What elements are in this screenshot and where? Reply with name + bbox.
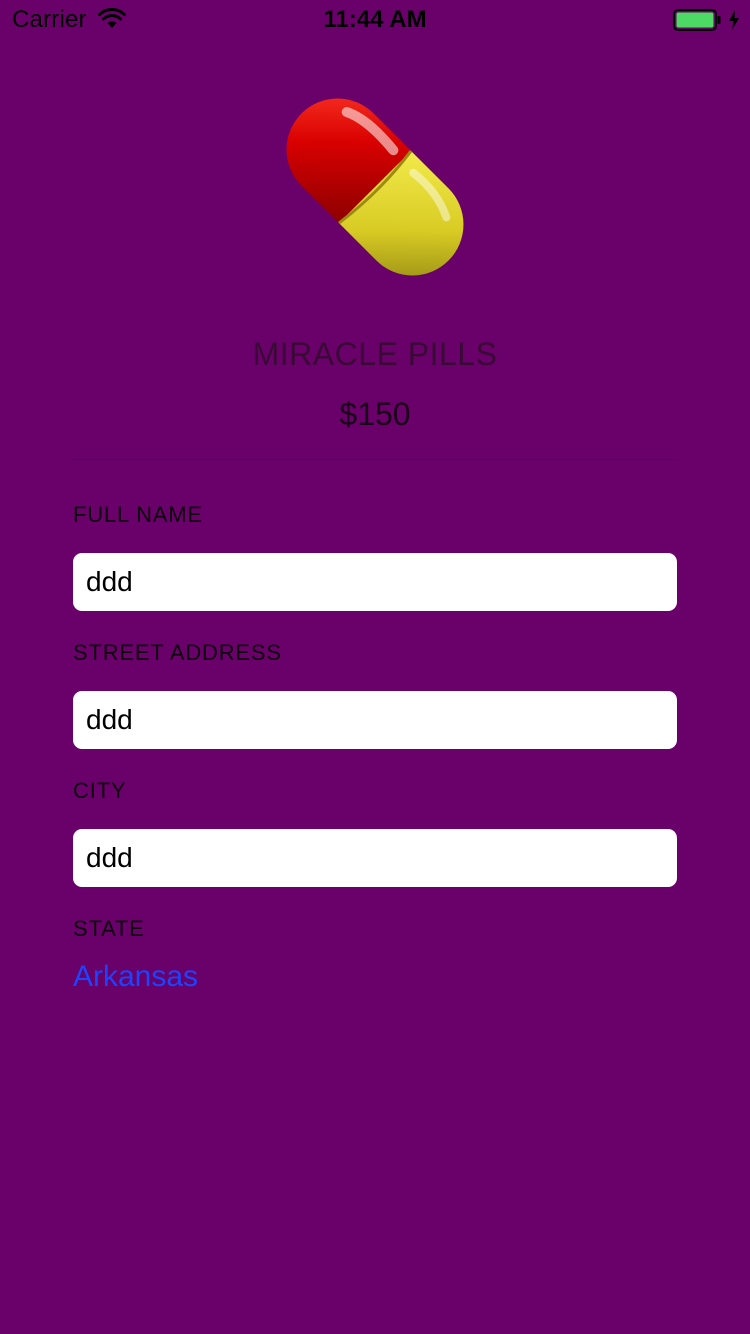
clock-time: 11:44 AM: [323, 6, 427, 33]
product-name: MIRACLE PILLS: [252, 336, 498, 372]
state-picker[interactable]: Arkansas: [73, 960, 198, 994]
street-address-label: STREET ADDRESS: [73, 640, 282, 665]
state-label: STATE: [73, 916, 145, 941]
status-bar: Carrier 11:44 AM: [0, 0, 750, 40]
street-address-field[interactable]: ddd: [73, 691, 677, 749]
full-name-label: FULL NAME: [73, 502, 203, 527]
full-name-field[interactable]: ddd: [73, 553, 677, 611]
city-label: CITY: [73, 778, 127, 803]
product-price: $150: [339, 396, 411, 432]
charging-bolt-icon: [729, 10, 739, 30]
divider: [72, 459, 678, 460]
battery-icon: [673, 9, 721, 31]
city-field[interactable]: ddd: [73, 829, 677, 887]
pill-icon: [286, 98, 464, 276]
